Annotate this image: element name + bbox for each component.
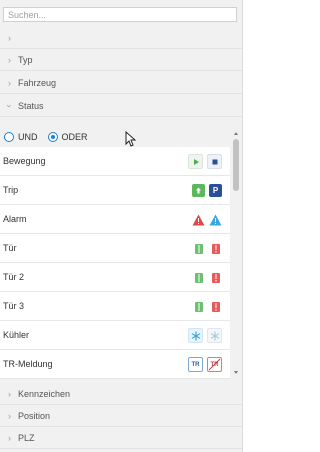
door-open-icon[interactable] [209, 242, 222, 255]
chevron-right-icon: › [8, 433, 11, 443]
scroll-up-arrow-icon[interactable] [234, 132, 238, 135]
alarm-red-icon[interactable] [192, 213, 205, 226]
group-unnamed[interactable]: › [0, 27, 242, 49]
tr-off-icon[interactable]: TR [207, 357, 222, 372]
alarm-blue-icon[interactable] [209, 213, 222, 226]
filter-panel: › › Typ › Fahrzeug › Status UND ODER Bew… [0, 0, 243, 452]
radio-oder-circle[interactable] [47, 132, 58, 142]
door-open-icon[interactable] [209, 271, 222, 284]
mouse-pointer-icon [125, 131, 137, 147]
list-item-tr-meldung: TR-Meldung TR TR [0, 350, 230, 379]
door-open-icon[interactable] [209, 300, 222, 313]
scroll-down-arrow-icon[interactable] [234, 371, 238, 374]
list-item-label: Tür 2 [3, 272, 25, 282]
chevron-down-icon: › [4, 104, 15, 108]
radio-oder-label: ODER [61, 132, 88, 142]
radio-oder[interactable]: ODER [47, 132, 88, 142]
list-item-alarm: Alarm [0, 205, 230, 234]
list-item-label: Tür 3 [3, 301, 25, 311]
list-item-tuer: Tür [0, 234, 230, 263]
list-item-kuehler: Kühler [0, 321, 230, 350]
chevron-right-icon: › [8, 33, 11, 43]
door-closed-icon[interactable] [192, 242, 205, 255]
group-kennzeichen[interactable]: › Kennzeichen [0, 383, 242, 405]
snowflake-on-icon[interactable] [188, 328, 203, 343]
list-scrollbar[interactable] [231, 129, 242, 378]
list-item-tuer-3: Tür 3 [0, 292, 230, 321]
list-item-bewegung: Bewegung [0, 147, 230, 176]
chevron-right-icon: › [8, 389, 11, 399]
scrollbar-thumb[interactable] [233, 139, 239, 191]
group-label: Position [18, 410, 51, 421]
list-item-trip: Trip P [0, 176, 230, 205]
snowflake-off-icon[interactable] [207, 328, 222, 343]
group-plz[interactable]: › PLZ [0, 427, 242, 449]
chevron-right-icon: › [8, 55, 11, 65]
group-typ[interactable]: › Typ [0, 49, 242, 71]
list-item-label: Kühler [3, 330, 30, 340]
stop-icon[interactable] [207, 154, 222, 169]
radio-und[interactable]: UND [4, 132, 38, 142]
chevron-right-icon: › [8, 78, 11, 88]
radio-und-label: UND [18, 132, 38, 142]
group-label: Typ [18, 54, 33, 65]
group-label: PLZ [18, 432, 35, 443]
group-fahrzeug[interactable]: › Fahrzeug [0, 72, 242, 94]
trip-start-icon[interactable] [192, 184, 205, 197]
list-item-label: TR-Meldung [3, 359, 53, 369]
list-item-label: Bewegung [3, 156, 46, 166]
radio-und-circle[interactable] [4, 132, 14, 142]
group-status[interactable]: › Status [0, 95, 242, 117]
tr-icon[interactable]: TR [188, 357, 203, 372]
group-label: Fahrzeug [18, 77, 57, 88]
door-closed-icon[interactable] [192, 271, 205, 284]
list-item-label: Trip [3, 185, 19, 195]
group-label: Status [18, 100, 44, 111]
group-label: Kennzeichen [18, 388, 71, 399]
group-position[interactable]: › Position [0, 405, 242, 427]
search-input[interactable] [3, 7, 237, 22]
logic-radio-group: UND ODER [0, 126, 234, 148]
list-item-tuer-2: Tür 2 [0, 263, 230, 292]
parking-icon[interactable]: P [209, 184, 222, 197]
door-closed-icon[interactable] [192, 300, 205, 313]
chevron-right-icon: › [8, 411, 11, 421]
list-item-label: Tür [3, 243, 17, 253]
list-item-label: Alarm [3, 214, 27, 224]
status-list: Bewegung Trip P Alarm Tür Tür 2 Tür 3 Kü… [0, 147, 230, 382]
play-icon[interactable] [188, 154, 203, 169]
